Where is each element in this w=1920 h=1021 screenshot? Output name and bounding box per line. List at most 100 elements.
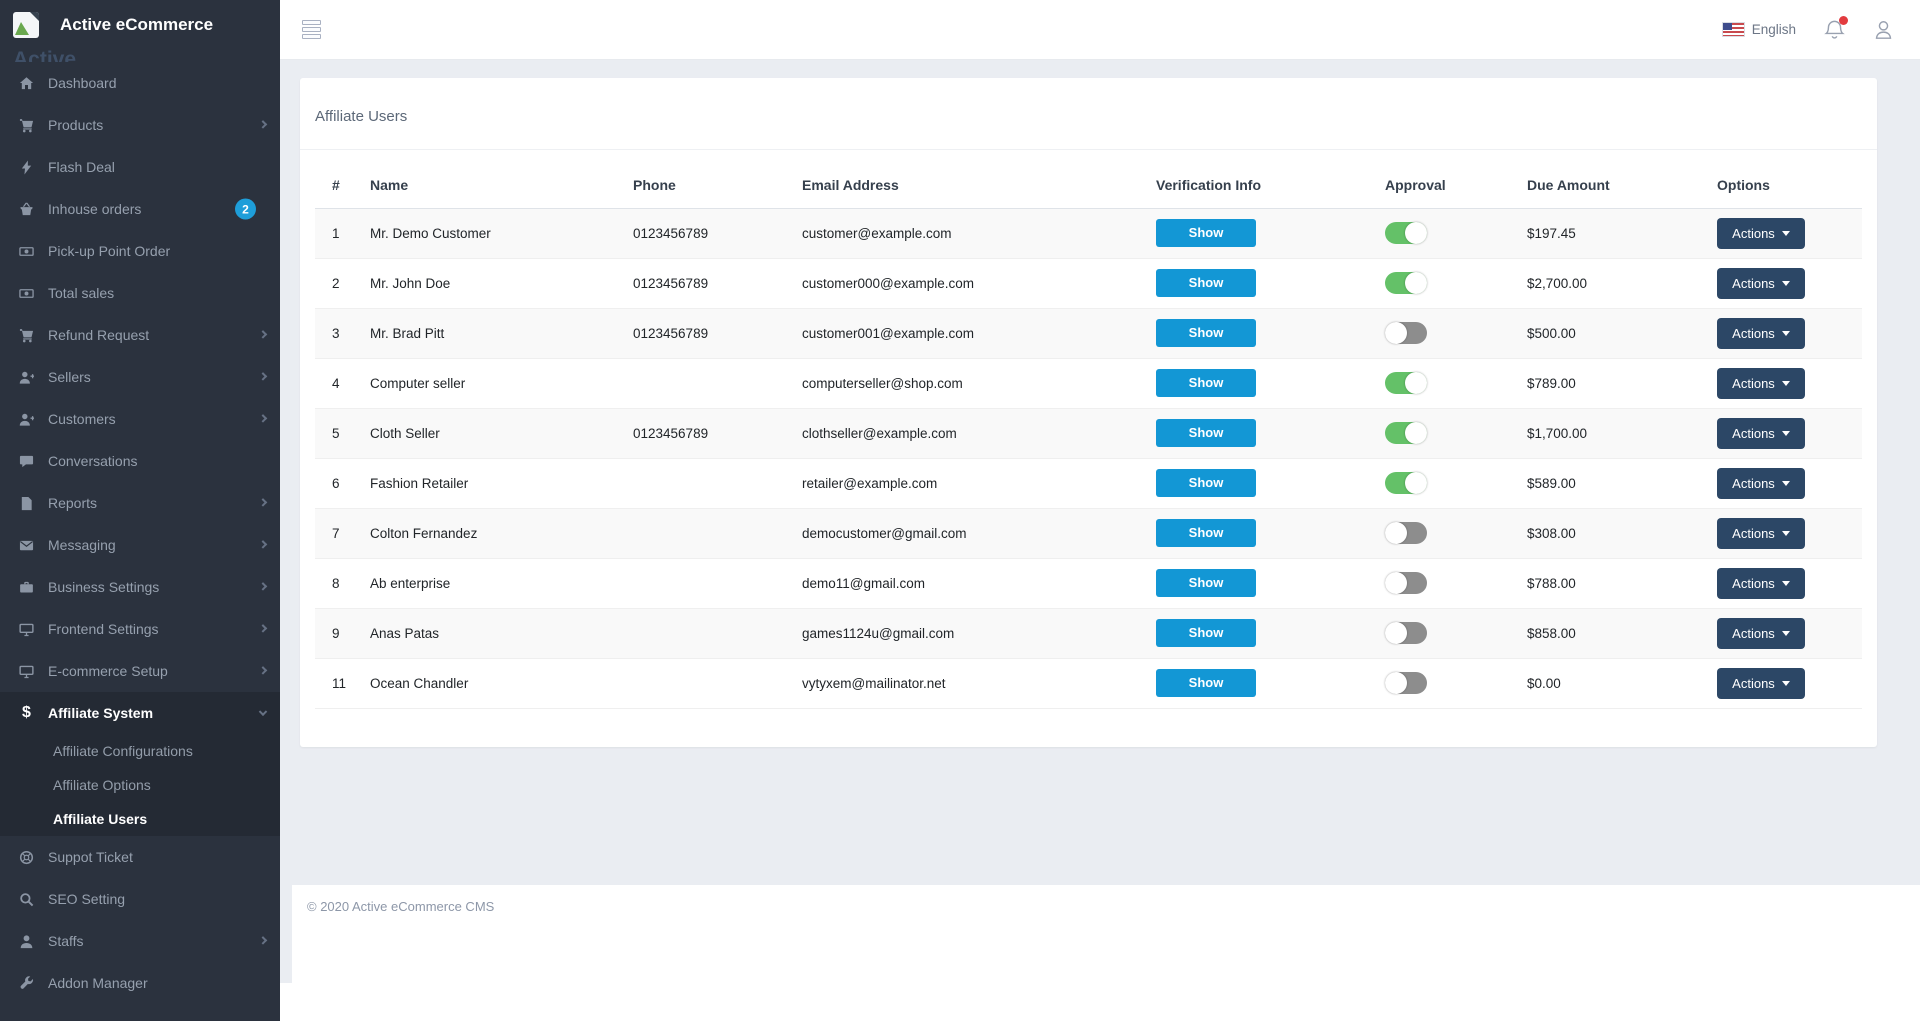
table-row: 6Fashion Retailerretailer@example.comSho… [315, 458, 1862, 508]
show-verification-button[interactable]: Show [1156, 569, 1256, 597]
row-index-cell: 3 [315, 308, 370, 358]
actions-dropdown-button[interactable]: Actions [1717, 468, 1805, 499]
sidebar-item-total-sales[interactable]: Total sales [0, 272, 280, 314]
sidebar-group-affiliate-system: $Affiliate SystemAffiliate Configuration… [0, 692, 280, 836]
show-verification-button[interactable]: Show [1156, 319, 1256, 347]
sidebar-item-label: Total sales [48, 285, 114, 301]
actions-dropdown-button[interactable]: Actions [1717, 518, 1805, 549]
show-verification-button[interactable]: Show [1156, 519, 1256, 547]
actions-dropdown-button[interactable]: Actions [1717, 268, 1805, 299]
due-amount-cell: $308.00 [1527, 508, 1717, 558]
sidebar-item-affiliate-options[interactable]: Affiliate Options [0, 768, 280, 802]
sidebar-item-addon-manager[interactable]: Addon Manager [0, 962, 280, 1004]
notification-bell[interactable] [1824, 19, 1845, 40]
actions-label: Actions [1732, 526, 1775, 541]
sidebar-item-e-commerce-setup[interactable]: E-commerce Setup [0, 650, 280, 692]
due-amount-cell: $2,700.00 [1527, 258, 1717, 308]
approval-toggle[interactable] [1385, 322, 1427, 344]
toggle-knob [1405, 472, 1427, 494]
sidebar-item-flash-deal[interactable]: Flash Deal [0, 146, 280, 188]
approval-toggle[interactable] [1385, 672, 1427, 694]
approval-toggle[interactable] [1385, 472, 1427, 494]
caret-down-icon [1782, 681, 1790, 686]
name-cell: Ab enterprise [370, 558, 633, 608]
show-verification-button[interactable]: Show [1156, 269, 1256, 297]
table-row: 2Mr. John Doe0123456789customer000@examp… [315, 258, 1862, 308]
approval-toggle[interactable] [1385, 572, 1427, 594]
app-logo-icon [13, 12, 39, 38]
actions-dropdown-button[interactable]: Actions [1717, 668, 1805, 699]
name-cell: Colton Fernandez [370, 508, 633, 558]
sidebar-item-sellers[interactable]: Sellers [0, 356, 280, 398]
chevron-down-icon [259, 708, 267, 716]
monitor-icon [18, 622, 35, 637]
chevron-right-icon [259, 666, 267, 674]
sidebar-item-affiliate-users[interactable]: Affiliate Users [0, 802, 280, 836]
cart-icon [18, 328, 35, 343]
show-verification-button[interactable]: Show [1156, 619, 1256, 647]
sidebar-item-messaging[interactable]: Messaging [0, 524, 280, 566]
sidebar-item-affiliate-configurations[interactable]: Affiliate Configurations [0, 734, 280, 768]
table-row: 8Ab enterprisedemo11@gmail.comShow$788.0… [315, 558, 1862, 608]
approval-toggle[interactable] [1385, 272, 1427, 294]
top-header: English [280, 0, 1920, 60]
language-selector[interactable]: English [1723, 22, 1796, 37]
actions-dropdown-button[interactable]: Actions [1717, 318, 1805, 349]
toggle-knob [1385, 622, 1407, 644]
actions-dropdown-button[interactable]: Actions [1717, 618, 1805, 649]
verification-cell: Show [1156, 558, 1385, 608]
affiliate-users-table: #NamePhoneEmail AddressVerification Info… [315, 162, 1862, 709]
row-index-cell: 5 [315, 408, 370, 458]
sidebar-item-conversations[interactable]: Conversations [0, 440, 280, 482]
actions-label: Actions [1732, 676, 1775, 691]
column-header-approval: Approval [1385, 162, 1527, 208]
sidebar-item-suppot-ticket[interactable]: Suppot Ticket [0, 836, 280, 878]
sidebar-item-products[interactable]: Products [0, 104, 280, 146]
caret-down-icon [1782, 331, 1790, 336]
sidebar-item-reports[interactable]: Reports [0, 482, 280, 524]
sidebar-item-label: Addon Manager [48, 975, 148, 991]
email-cell: customer000@example.com [802, 258, 1156, 308]
toggle-knob [1385, 572, 1407, 594]
name-cell: Fashion Retailer [370, 458, 633, 508]
sidebar-item-seo-setting[interactable]: SEO Setting [0, 878, 280, 920]
approval-toggle[interactable] [1385, 222, 1427, 244]
show-verification-button[interactable]: Show [1156, 369, 1256, 397]
sidebar-item-frontend-settings[interactable]: Frontend Settings [0, 608, 280, 650]
sidebar-item-inhouse-orders[interactable]: Inhouse orders2 [0, 188, 280, 230]
app-title-clipped: Active [0, 50, 280, 62]
approval-cell [1385, 458, 1527, 508]
sidebar-item-business-settings[interactable]: Business Settings [0, 566, 280, 608]
toggle-knob [1405, 372, 1427, 394]
show-verification-button[interactable]: Show [1156, 669, 1256, 697]
options-cell: Actions [1717, 408, 1862, 458]
approval-toggle[interactable] [1385, 372, 1427, 394]
approval-cell [1385, 408, 1527, 458]
approval-toggle[interactable] [1385, 622, 1427, 644]
life-ring-icon [18, 850, 35, 865]
actions-dropdown-button[interactable]: Actions [1717, 218, 1805, 249]
actions-dropdown-button[interactable]: Actions [1717, 368, 1805, 399]
show-verification-button[interactable]: Show [1156, 419, 1256, 447]
sidebar-toggle-hamburger-icon[interactable] [300, 16, 323, 43]
actions-dropdown-button[interactable]: Actions [1717, 568, 1805, 599]
user-avatar[interactable] [1873, 19, 1894, 40]
table-row: 4Computer sellercomputerseller@shop.comS… [315, 358, 1862, 408]
sidebar-item-label: Affiliate System [48, 705, 153, 721]
chevron-right-icon [259, 540, 267, 548]
show-verification-button[interactable]: Show [1156, 219, 1256, 247]
sidebar-item-pick-up-point-order[interactable]: Pick-up Point Order [0, 230, 280, 272]
sidebar-item-staffs[interactable]: Staffs [0, 920, 280, 962]
sidebar-item-affiliate-system[interactable]: $Affiliate System [0, 692, 280, 734]
sidebar-item-refund-request[interactable]: Refund Request [0, 314, 280, 356]
email-cell: customer@example.com [802, 208, 1156, 258]
approval-toggle[interactable] [1385, 522, 1427, 544]
app-logo-row[interactable]: Active eCommerce [0, 0, 280, 50]
actions-dropdown-button[interactable]: Actions [1717, 418, 1805, 449]
show-verification-button[interactable]: Show [1156, 469, 1256, 497]
sidebar-item-customers[interactable]: Customers [0, 398, 280, 440]
email-cell: clothseller@example.com [802, 408, 1156, 458]
sidebar-item-dashboard[interactable]: Dashboard [0, 62, 280, 104]
approval-toggle[interactable] [1385, 422, 1427, 444]
table-header-row: #NamePhoneEmail AddressVerification Info… [315, 162, 1862, 208]
